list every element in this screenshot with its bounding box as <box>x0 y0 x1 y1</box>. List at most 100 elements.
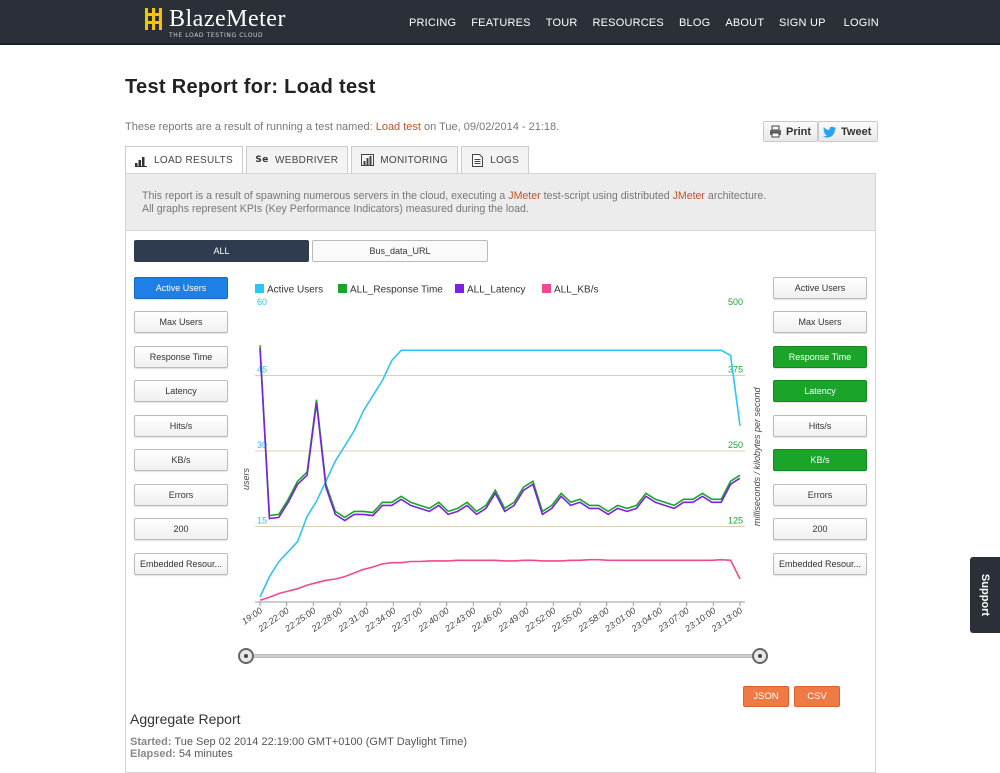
tweet-button[interactable]: Tweet <box>818 121 879 142</box>
nav-pricing[interactable]: PRICING <box>409 17 456 29</box>
right-kpi-response-time[interactable]: Response Time <box>773 346 867 368</box>
series-line <box>259 558 741 601</box>
right-kpi-errors[interactable]: Errors <box>773 484 867 506</box>
test-name-link[interactable]: Load test <box>376 121 421 133</box>
right-kpi-latency[interactable]: Latency <box>773 380 867 402</box>
nav-features[interactable]: FEATURES <box>471 17 530 29</box>
monitoring-chart-icon <box>360 153 374 167</box>
legend-swatch <box>542 284 551 293</box>
label-tab-bus-data-url[interactable]: Bus_data_URL <box>312 240 488 262</box>
notice-text: All graphs represent KPIs (Key Performan… <box>142 203 529 215</box>
legend-swatch <box>255 284 264 293</box>
selenium-icon: Se <box>255 155 269 165</box>
tab-logs[interactable]: LOGS <box>461 146 530 173</box>
tab-monitoring[interactable]: MONITORING <box>351 146 459 173</box>
right-kpi-kbs[interactable]: KB/s <box>773 449 867 471</box>
blazemeter-logo-icon <box>145 6 163 32</box>
tab-logs-label: LOGS <box>490 154 520 166</box>
export-csv-button[interactable]: CSV <box>794 686 840 707</box>
intro-prefix: These reports are a result of running a … <box>125 121 373 133</box>
y-right-tick-label: 500 <box>728 297 743 307</box>
legend-label: ALL_Response Time <box>350 285 443 296</box>
label-tab-all[interactable]: ALL <box>134 240 309 262</box>
started-value: Tue Sep 02 2014 22:19:00 GMT+0100 (GMT D… <box>174 736 467 748</box>
tab-load-results-label: LOAD RESULTS <box>154 155 233 166</box>
export-json-button[interactable]: JSON <box>743 686 789 707</box>
elapsed-label: Elapsed: <box>130 748 176 760</box>
legend-label: ALL_Latency <box>467 285 525 296</box>
login-link[interactable]: LOGIN <box>844 17 879 29</box>
printer-icon <box>768 125 782 139</box>
y-right-tick-label: 125 <box>728 516 743 526</box>
tab-webdriver[interactable]: Se WEBDRIVER <box>246 146 349 173</box>
series-line <box>259 345 741 519</box>
y-right-axis-label: milliseconds / kilobytes per second <box>752 386 762 526</box>
started-line: Started: Tue Sep 02 2014 22:19:00 GMT+01… <box>130 736 467 748</box>
nav-blog[interactable]: BLOG <box>679 17 710 29</box>
right-kpi-hits[interactable]: Hits/s <box>773 415 867 437</box>
right-kpi-200[interactable]: 200 <box>773 518 867 540</box>
twitter-bird-icon <box>823 125 837 139</box>
notice-text: test-script using distributed <box>543 190 670 202</box>
jmeter-link[interactable]: JMeter <box>508 190 540 202</box>
tweet-label: Tweet <box>841 125 872 138</box>
notice-text: This report is a result of spawning nume… <box>142 190 506 202</box>
nav-about[interactable]: ABOUT <box>725 17 764 29</box>
left-kpi-errors[interactable]: Errors <box>134 484 228 506</box>
tab-webdriver-label: WEBDRIVER <box>275 154 339 166</box>
aggregate-report-title: Aggregate Report <box>130 711 241 727</box>
report-intro: These reports are a result of running a … <box>125 121 559 133</box>
blazemeter-logo[interactable]: BlazeMeter THE LOAD TESTING CLOUD <box>145 6 286 40</box>
tab-monitoring-label: MONITORING <box>380 154 449 166</box>
print-label: Print <box>786 125 812 138</box>
right-kpi-max-users[interactable]: Max Users <box>773 311 867 333</box>
right-kpi-embedded-resources[interactable]: Embedded Resour... <box>773 553 867 575</box>
left-kpi-200[interactable]: 200 <box>134 518 228 540</box>
range-start-handle[interactable] <box>238 648 254 664</box>
intro-suffix: on Tue, 09/02/2014 - 21:18. <box>424 121 560 133</box>
started-label: Started: <box>130 736 172 748</box>
main-nav: PRICING FEATURES TOUR RESOURCES BLOG ABO… <box>409 0 779 45</box>
notice-text: architecture. <box>707 190 767 202</box>
bar-chart-icon <box>134 154 148 168</box>
legend-label: ALL_KB/s <box>554 285 598 296</box>
y-left-tick-label: 15 <box>257 516 267 526</box>
brand-name: BlazeMeter <box>169 6 286 32</box>
left-kpi-active-users[interactable]: Active Users <box>134 277 228 299</box>
left-kpi-max-users[interactable]: Max Users <box>134 311 228 333</box>
elapsed-line: Elapsed: 54 minutes <box>130 748 233 760</box>
left-kpi-hits[interactable]: Hits/s <box>134 415 228 437</box>
time-range-slider[interactable] <box>238 648 768 664</box>
brand-tagline: THE LOAD TESTING CLOUD <box>169 32 264 39</box>
nav-tour[interactable]: TOUR <box>546 17 578 29</box>
print-button[interactable]: Print <box>763 121 819 142</box>
legend-swatch <box>338 284 347 293</box>
report-tabs: LOAD RESULTS Se WEBDRIVER MONITORING LOG… <box>125 146 532 174</box>
range-track[interactable] <box>246 654 760 658</box>
series-line <box>259 348 741 522</box>
right-kpi-active-users[interactable]: Active Users <box>773 277 867 299</box>
kpi-line-chart: 15304560125250375500users milliseconds / … <box>240 284 762 634</box>
y-right-tick-label: 375 <box>728 365 743 375</box>
report-notice: This report is a result of spawning nume… <box>126 174 875 231</box>
y-left-axis-label: users <box>241 467 251 490</box>
range-end-handle[interactable] <box>752 648 768 664</box>
left-kpi-latency[interactable]: Latency <box>134 380 228 402</box>
sign-up-link[interactable]: SIGN UP <box>779 17 826 29</box>
y-left-tick-label: 60 <box>257 297 267 307</box>
legend-swatch <box>455 284 464 293</box>
page-title: Test Report for: Load test <box>125 76 376 98</box>
support-label: Support <box>979 573 991 617</box>
left-kpi-response-time[interactable]: Response Time <box>134 346 228 368</box>
jmeter-link[interactable]: JMeter <box>673 190 705 202</box>
legend-label: Active Users <box>267 285 323 296</box>
top-navbar: BlazeMeter THE LOAD TESTING CLOUD PRICIN… <box>0 0 1000 45</box>
tab-load-results[interactable]: LOAD RESULTS <box>125 146 243 174</box>
document-icon <box>470 153 484 167</box>
y-right-tick-label: 250 <box>728 440 743 450</box>
account-nav: SIGN UP LOGIN <box>779 0 894 45</box>
nav-resources[interactable]: RESOURCES <box>592 17 663 29</box>
support-tab[interactable]: Support <box>970 557 1000 633</box>
left-kpi-embedded-resources[interactable]: Embedded Resour... <box>134 553 228 575</box>
left-kpi-kbs[interactable]: KB/s <box>134 449 228 471</box>
